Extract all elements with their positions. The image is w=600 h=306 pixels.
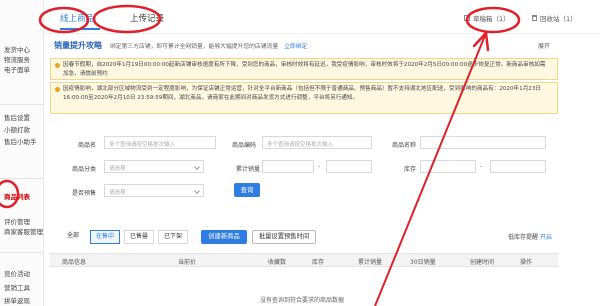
- col-price: 当前价: [178, 259, 197, 266]
- expand-toggle[interactable]: 展开: [538, 41, 550, 50]
- tab-delisted[interactable]: 已下架: [158, 230, 188, 244]
- sidebar-item-customer-service[interactable]: 商家客服管理: [4, 226, 43, 236]
- stock-max-input[interactable]: [490, 160, 546, 173]
- sales-label: 累计销量: [235, 166, 260, 173]
- chevron-down-icon: [194, 188, 200, 194]
- sidebar-divider: [0, 252, 44, 253]
- col-total-sales: 累计销量: [358, 259, 383, 266]
- tab-upload-records[interactable]: 上传记录: [130, 12, 164, 24]
- notice-epidemic: 因疫情影响，湖北部分区域物流受到一定程度影响，为保证店铺正常运营，针对全平台新商…: [50, 82, 558, 114]
- sidebar-item-small-payment[interactable]: 小额打款: [4, 124, 30, 134]
- notice-text: 因春节假期，自2020年1月19日00:00:00起新店铺审核速度有所下降，受到…: [63, 62, 546, 77]
- notice-holiday: 因春节假期，自2020年1月19日00:00:00起新店铺审核速度有所下降，受到…: [50, 58, 558, 80]
- name-label: 商品名称: [391, 142, 416, 149]
- top-tab-bar: 线上商品 上传记录 草稿箱（1） 回收站（1）: [44, 0, 600, 34]
- low-stock-toggle[interactable]: 开启: [540, 234, 552, 241]
- warning-icon: [55, 87, 60, 92]
- stock-min-input[interactable]: [420, 160, 476, 173]
- sidebar-item-marketing-tools[interactable]: 营销工具: [4, 282, 30, 292]
- sidebar-divider: [0, 104, 44, 105]
- notice-text: 因疫情影响，湖北部分区域物流受到一定程度影响，为保证店铺正常运营，针对全平台新商…: [63, 86, 542, 101]
- drafts-label: 草稿箱（1）: [473, 15, 510, 23]
- sidebar-item-bidding[interactable]: 竞价活动: [4, 268, 30, 278]
- empty-state-text: 没有查询到符合要求的商品数据: [260, 297, 345, 304]
- range-separator: -: [318, 163, 321, 170]
- search-button[interactable]: 查询: [234, 183, 260, 197]
- col-product-info: 商品信息: [62, 259, 87, 266]
- sidebar-item-shipping-center[interactable]: 发货中心: [4, 44, 30, 54]
- sidebar: 发货中心 物流服务 电子面单 售后设置 小额打款 售后小助手 商品列表 评价管理…: [0, 0, 44, 306]
- seller-backend-page: 发货中心 物流服务 电子面单 售后设置 小额打款 售后小助手 商品列表 评价管理…: [0, 0, 600, 306]
- tab-online-products[interactable]: 线上商品: [60, 12, 94, 24]
- sidebar-item-e-waybill[interactable]: 电子面单: [4, 64, 30, 74]
- col-favorites: 收藏数: [268, 259, 287, 266]
- sidebar-item-cashback[interactable]: 拼单返现: [4, 295, 30, 305]
- name-input[interactable]: [420, 136, 546, 149]
- product-input[interactable]: 多个查询请按空格批次输入: [104, 136, 216, 149]
- category-label: 商品分类: [71, 166, 96, 173]
- category-select[interactable]: 请选择: [104, 160, 204, 173]
- table-header: 商品信息 当前价 收藏数 库存 累计销量 30日销量 创建时间 操作: [50, 253, 558, 267]
- col-stock: 库存: [312, 259, 325, 266]
- sales-max-input[interactable]: [326, 160, 372, 173]
- drafts-link[interactable]: 草稿箱（1）: [464, 13, 510, 23]
- col-30d-sales: 30日销量: [410, 259, 436, 266]
- code-input[interactable]: 多个查询请按空格批次输入: [262, 136, 372, 149]
- presale-select[interactable]: 请选择: [104, 184, 204, 197]
- stock-label: 库存: [403, 166, 416, 173]
- create-product-button[interactable]: 创建新商品: [201, 230, 247, 244]
- sidebar-item-product-list[interactable]: 商品列表: [4, 191, 30, 201]
- sales-boost-banner: 销量提升攻略 绑定第三方店铺，即可累计全网销量，能够大幅提升您的店铺流量 立即绑…: [50, 38, 558, 53]
- presale-label: 是否预售: [71, 190, 96, 197]
- col-created: 创建时间: [470, 259, 495, 266]
- tab-all[interactable]: 全部: [62, 230, 84, 244]
- col-actions: 操作: [520, 259, 533, 266]
- recycle-bin-link[interactable]: 回收站（1）: [532, 13, 577, 23]
- bind-now-link[interactable]: 立即绑定: [284, 41, 307, 50]
- active-tab-indicator: [60, 28, 100, 30]
- banner-title: 销量提升攻略: [54, 41, 102, 50]
- category-placeholder: 请选择: [109, 166, 126, 172]
- low-stock-reminder[interactable]: 低库存提醒 开启: [508, 232, 552, 241]
- batch-presale-button[interactable]: 批量设置预售时间: [252, 230, 316, 244]
- sidebar-item-reviews[interactable]: 评价管理: [4, 216, 30, 226]
- banner-desc: 绑定第三方店铺，即可累计全网销量，能够大幅提升您的店铺流量: [110, 44, 279, 50]
- sales-min-input[interactable]: [262, 160, 314, 173]
- trash-icon: [532, 15, 537, 21]
- product-label: 商品名: [77, 142, 96, 149]
- code-label: 商品编码: [231, 142, 256, 149]
- sidebar-item-aftersale-settings[interactable]: 售后设置: [4, 112, 30, 122]
- tab-on-sale[interactable]: 在售中: [90, 230, 120, 244]
- range-separator: -: [480, 163, 483, 170]
- recycle-label: 回收站（1）: [540, 15, 577, 23]
- warning-icon: [55, 63, 60, 68]
- low-stock-label: 低库存提醒: [508, 234, 539, 241]
- presale-placeholder: 请选择: [109, 190, 126, 196]
- sidebar-divider: [0, 178, 44, 179]
- tab-sold-out[interactable]: 已售罄: [124, 230, 154, 244]
- chevron-down-icon: [194, 164, 200, 170]
- sidebar-item-logistics[interactable]: 物流服务: [4, 54, 30, 64]
- sidebar-item-aftersale-assistant[interactable]: 售后小助手: [4, 136, 37, 146]
- draft-icon: [464, 15, 470, 21]
